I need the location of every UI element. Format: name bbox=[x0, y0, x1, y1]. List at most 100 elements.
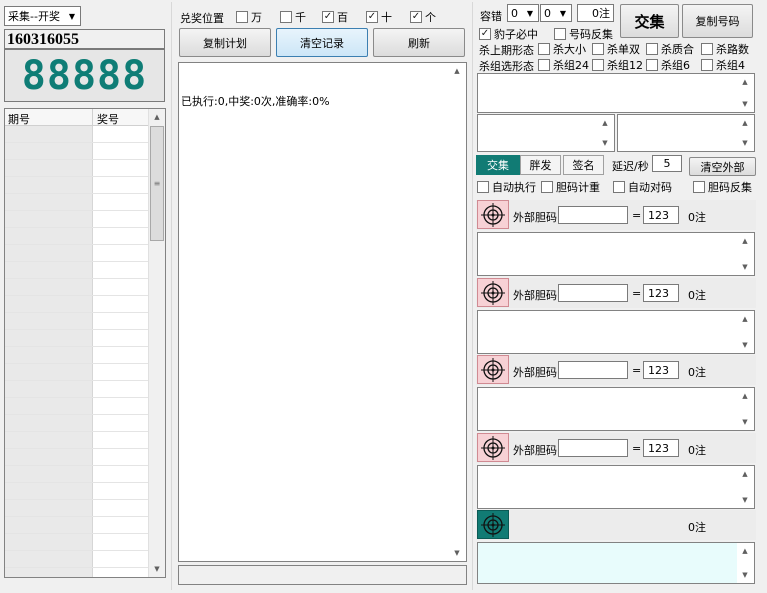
external-dan-value[interactable]: 123 bbox=[643, 439, 679, 457]
checkbox-checked-icon: ✓ bbox=[366, 11, 378, 23]
scroll-down-icon[interactable]: ▼ bbox=[597, 135, 613, 151]
external-dan-value[interactable]: 123 bbox=[643, 284, 679, 302]
chevron-down-icon: ▼ bbox=[559, 8, 567, 18]
clear-external-button[interactable]: 清空外部 bbox=[689, 157, 756, 176]
crosshair-icon[interactable] bbox=[477, 433, 509, 462]
clear-records-button[interactable]: 清空记录 bbox=[276, 28, 368, 57]
crosshair-icon[interactable] bbox=[477, 355, 509, 384]
chevron-down-icon: ▼ bbox=[68, 11, 76, 21]
log-scrollbar[interactable]: ▲ ▼ bbox=[449, 63, 466, 561]
external-dan-value[interactable]: 123 bbox=[643, 206, 679, 224]
checkbox-icon bbox=[701, 59, 713, 71]
scroll-down-icon[interactable]: ▼ bbox=[737, 337, 753, 353]
draw-number-box: 88888 bbox=[4, 49, 165, 102]
result-textarea[interactable]: ▲ ▼ bbox=[477, 73, 755, 113]
scroll-up-icon[interactable]: ▲ bbox=[597, 115, 613, 131]
scroll-down-icon[interactable]: ▼ bbox=[149, 561, 165, 577]
kill-group4-checkbox[interactable]: 杀组4 bbox=[701, 57, 745, 73]
scroll-up-icon[interactable]: ▲ bbox=[149, 109, 165, 125]
tolerance-a-combo[interactable]: 0 ▼ bbox=[507, 4, 539, 22]
result-scrollbar[interactable]: ▲ ▼ bbox=[737, 74, 754, 112]
scroll-up-icon[interactable]: ▲ bbox=[737, 543, 753, 559]
refresh-button[interactable]: 刷新 bbox=[373, 28, 465, 57]
external-dan-input[interactable] bbox=[558, 361, 628, 379]
external-dan-input[interactable] bbox=[558, 206, 628, 224]
kill-prime-checkbox[interactable]: 杀质合 bbox=[646, 41, 694, 57]
scroll-up-icon[interactable]: ▲ bbox=[737, 74, 753, 90]
draw-number: 88888 bbox=[21, 52, 148, 99]
auto-execute-checkbox[interactable]: 自动执行 bbox=[477, 179, 536, 195]
scroll-down-icon[interactable]: ▼ bbox=[737, 135, 753, 151]
external-dan-value[interactable]: 123 bbox=[643, 361, 679, 379]
crosshair-icon[interactable] bbox=[477, 278, 509, 307]
external-group-3-textarea[interactable]: ▲ ▼ bbox=[477, 387, 755, 431]
copy-plan-button[interactable]: 复制计划 bbox=[179, 28, 271, 57]
position-shi[interactable]: ✓ 十 bbox=[366, 9, 392, 25]
final-textarea[interactable]: ▲ ▼ bbox=[477, 542, 755, 584]
tolerance-label: 容错 bbox=[480, 10, 502, 23]
scrollbar[interactable]: ▲ ▼ bbox=[737, 388, 754, 430]
external-group-2-textarea[interactable]: ▲ ▼ bbox=[477, 310, 755, 354]
crosshair-icon[interactable] bbox=[477, 200, 509, 229]
right-sub-textarea[interactable]: ▲ ▼ bbox=[617, 114, 755, 152]
scrollbar[interactable]: ▲ ▼ bbox=[737, 311, 754, 353]
left-sub-scrollbar[interactable]: ▲ ▼ bbox=[597, 115, 614, 151]
dan-invert-checkbox[interactable]: 胆码反集 bbox=[693, 179, 752, 195]
scroll-thumb[interactable]: ≡ bbox=[150, 126, 164, 241]
tolerance-b-combo[interactable]: 0 ▼ bbox=[540, 4, 572, 22]
scroll-down-icon[interactable]: ▼ bbox=[737, 414, 753, 430]
external-dan-label: 外部胆码 bbox=[513, 289, 557, 302]
scrollbar[interactable]: ▲ ▼ bbox=[737, 543, 754, 583]
scroll-up-icon[interactable]: ▲ bbox=[737, 466, 753, 482]
position-wan[interactable]: 万 bbox=[236, 9, 262, 25]
position-qian[interactable]: 千 bbox=[280, 9, 306, 25]
scroll-down-icon[interactable]: ▼ bbox=[737, 259, 753, 275]
dan-weight-checkbox[interactable]: 胆码计重 bbox=[541, 179, 600, 195]
final-count: 0注 bbox=[688, 521, 706, 534]
leopard-checkbox[interactable]: ✓ 豹子必中 bbox=[479, 26, 538, 42]
scroll-down-icon[interactable]: ▼ bbox=[737, 96, 753, 112]
kill-odd-even-checkbox[interactable]: 杀单双 bbox=[592, 41, 640, 57]
delay-input[interactable]: 5 bbox=[652, 155, 682, 172]
number-invert-checkbox[interactable]: 号码反集 bbox=[554, 26, 613, 42]
kill-group12-checkbox[interactable]: 杀组12 bbox=[592, 57, 643, 73]
auto-match-checkbox[interactable]: 自动对码 bbox=[613, 179, 672, 195]
count-display: 0注 bbox=[577, 4, 614, 22]
scroll-up-icon[interactable]: ▲ bbox=[449, 63, 465, 79]
tab-intersect[interactable]: 交集 bbox=[476, 155, 520, 175]
scroll-down-icon[interactable]: ▼ bbox=[737, 492, 753, 508]
external-dan-input[interactable] bbox=[558, 284, 628, 302]
external-group-1-textarea[interactable]: ▲ ▼ bbox=[477, 232, 755, 276]
external-group-4-textarea[interactable]: ▲ ▼ bbox=[477, 465, 755, 509]
intersect-button[interactable]: 交集 bbox=[620, 4, 679, 38]
scroll-up-icon[interactable]: ▲ bbox=[737, 233, 753, 249]
position-ge[interactable]: ✓ 个 bbox=[410, 9, 436, 25]
tab-fatfa[interactable]: 胖发 bbox=[520, 155, 561, 175]
right-sub-scrollbar[interactable]: ▲ ▼ bbox=[737, 115, 754, 151]
delay-label: 延迟/秒 bbox=[612, 160, 649, 173]
scroll-down-icon[interactable]: ▼ bbox=[449, 545, 465, 561]
scroll-up-icon[interactable]: ▲ bbox=[737, 311, 753, 327]
scroll-down-icon[interactable]: ▼ bbox=[737, 567, 753, 583]
scrollbar[interactable]: ▲ ▼ bbox=[737, 233, 754, 275]
issue-number: 160316055 bbox=[7, 31, 79, 48]
copy-number-button[interactable]: 复制号码 bbox=[682, 4, 753, 38]
history-table: 期号 奖号 ▲ ≡ ▼ bbox=[4, 108, 166, 578]
scroll-up-icon[interactable]: ▲ bbox=[737, 115, 753, 131]
left-sub-textarea[interactable]: ▲ ▼ bbox=[477, 114, 615, 152]
kill-route-checkbox[interactable]: 杀路数 bbox=[701, 41, 749, 57]
source-combo[interactable]: 采集--开奖 ▼ bbox=[4, 6, 81, 26]
external-dan-label: 外部胆码 bbox=[513, 366, 557, 379]
history-scrollbar[interactable]: ▲ ≡ ▼ bbox=[148, 109, 165, 577]
tab-signature[interactable]: 签名 bbox=[563, 155, 604, 175]
equals-label: = bbox=[632, 442, 642, 455]
kill-group24-checkbox[interactable]: 杀组24 bbox=[538, 57, 589, 73]
external-dan-input[interactable] bbox=[558, 439, 628, 457]
position-bai[interactable]: ✓ 百 bbox=[322, 9, 348, 25]
kill-group6-checkbox[interactable]: 杀组6 bbox=[646, 57, 690, 73]
crosshair-icon[interactable] bbox=[477, 510, 509, 539]
scrollbar[interactable]: ▲ ▼ bbox=[737, 466, 754, 508]
log-textarea[interactable]: 已执行:0,中奖:0次,准确率:0% ▲ ▼ bbox=[178, 62, 467, 562]
scroll-up-icon[interactable]: ▲ bbox=[737, 388, 753, 404]
kill-size-checkbox[interactable]: 杀大小 bbox=[538, 41, 586, 57]
